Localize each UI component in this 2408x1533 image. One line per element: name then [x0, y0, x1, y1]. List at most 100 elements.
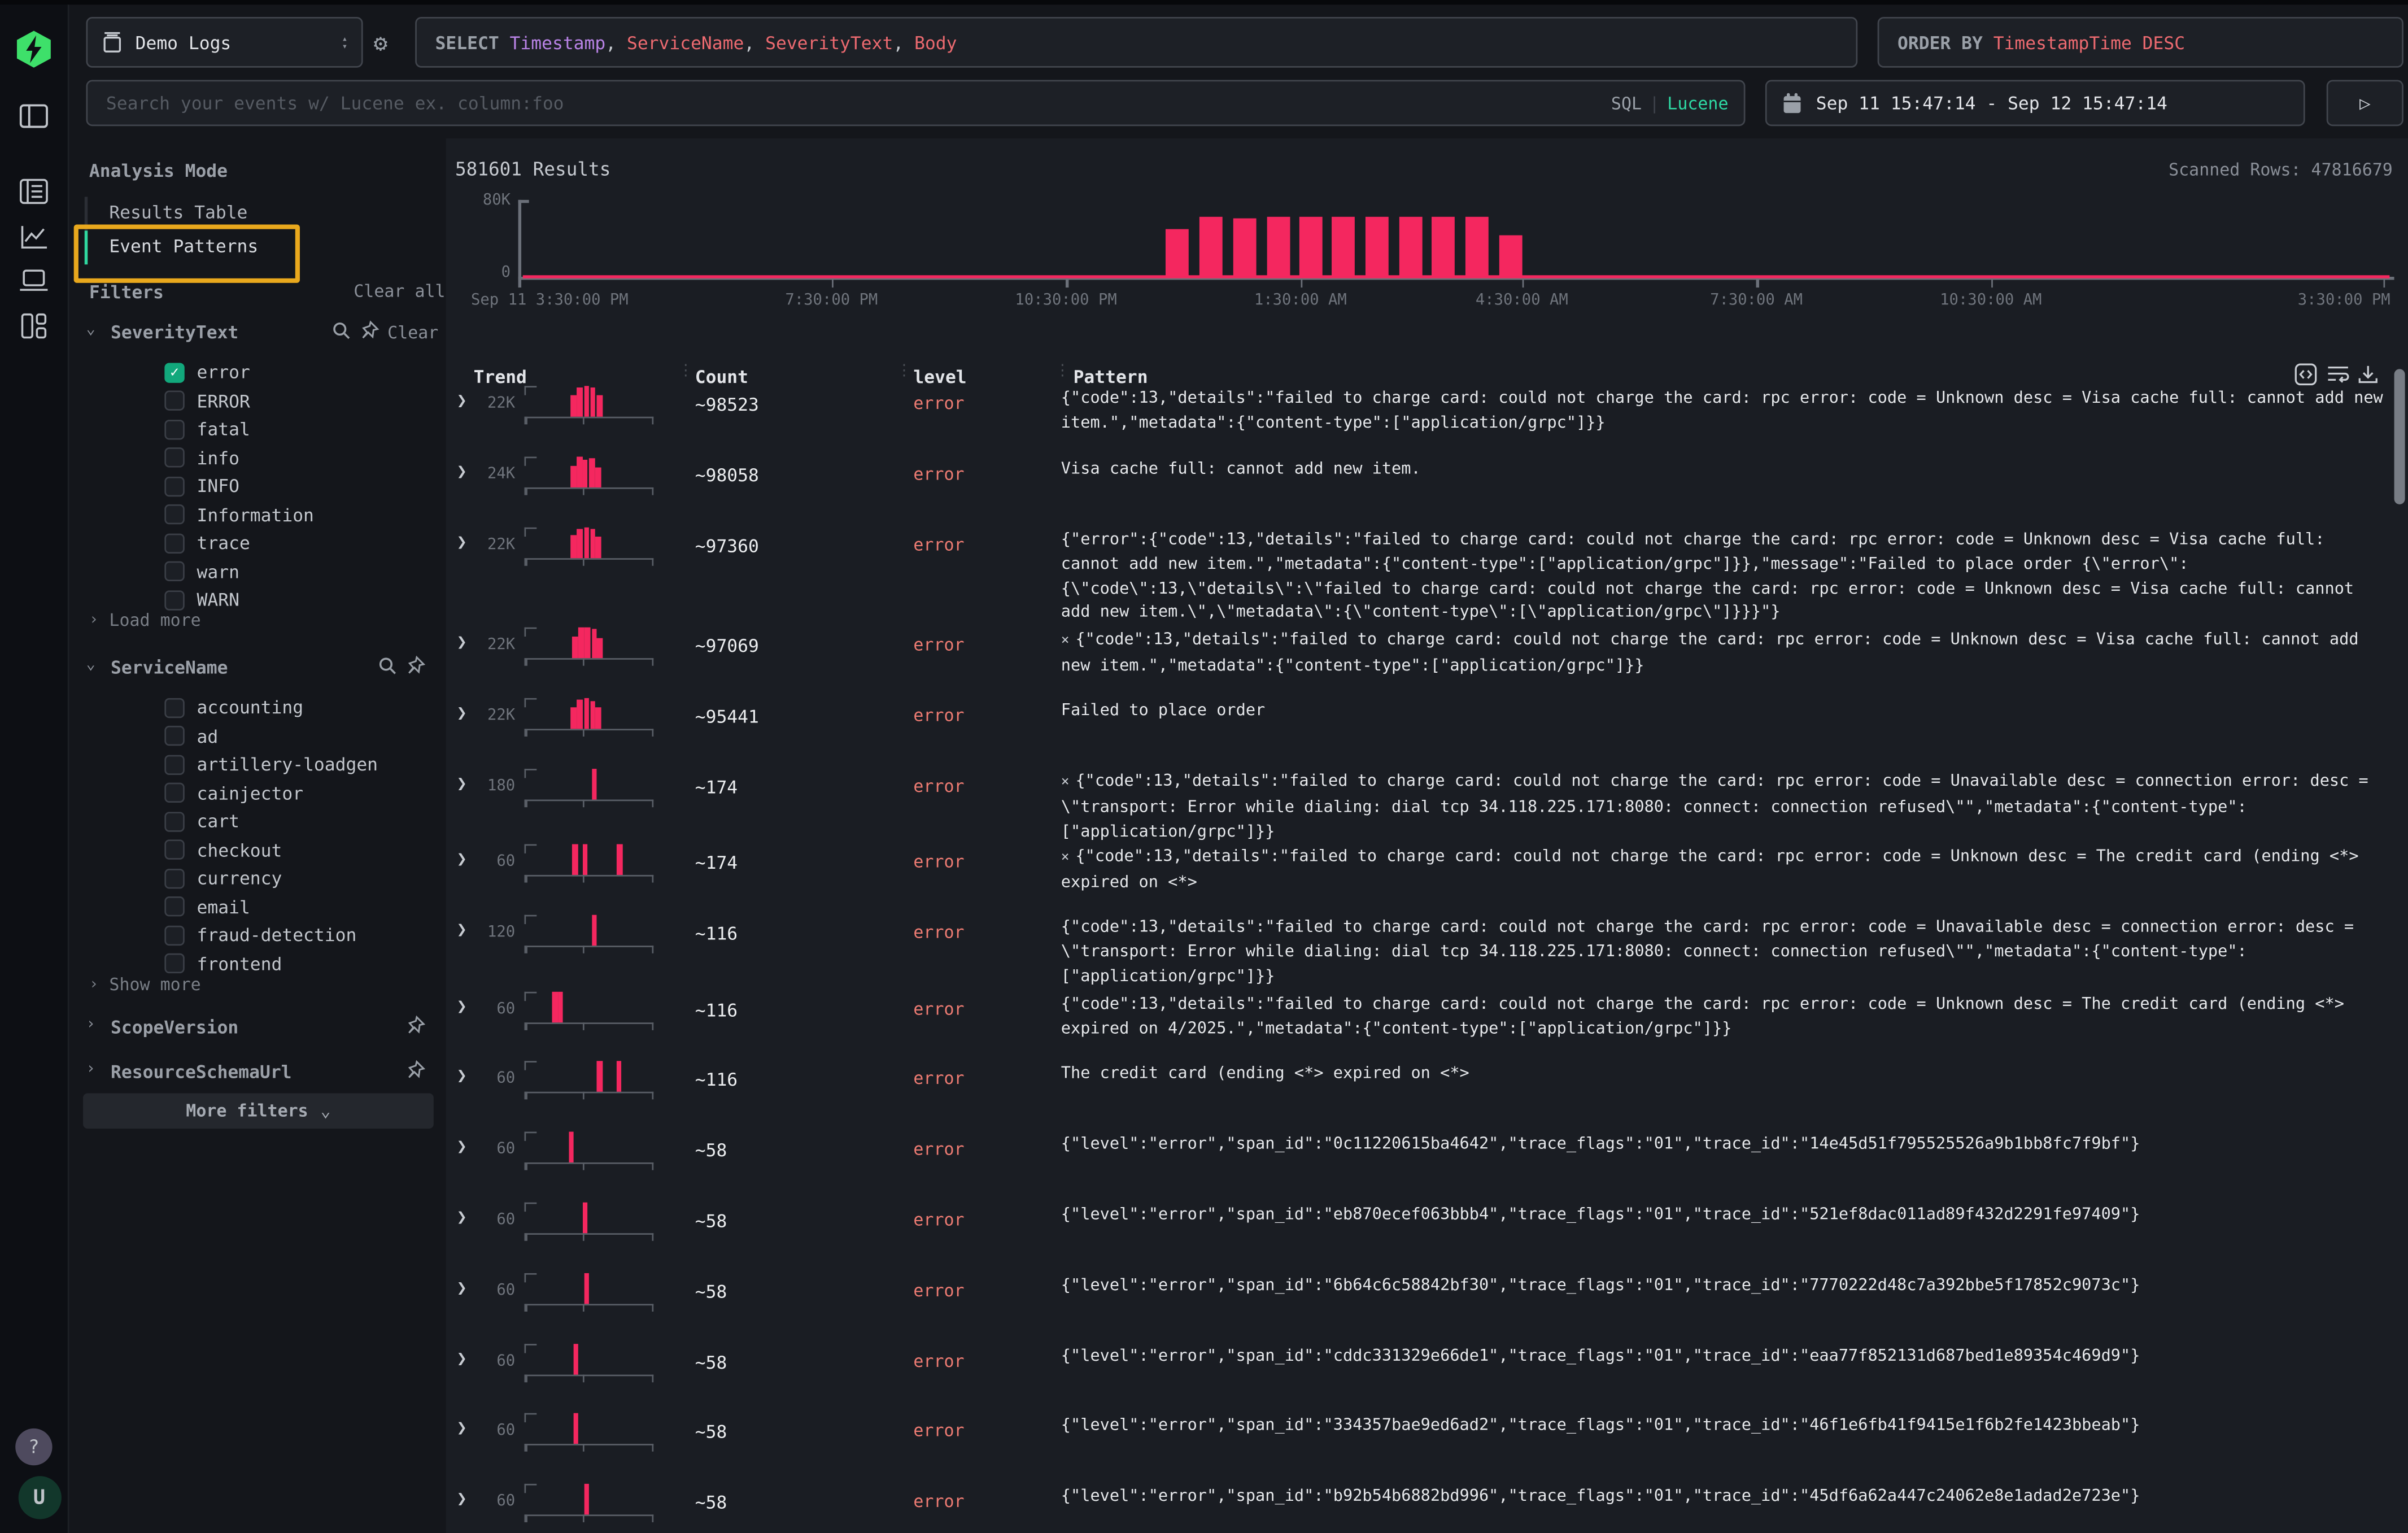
filter-option-trace[interactable]: trace: [157, 529, 480, 557]
pattern-text[interactable]: {"level":"error","span_id":"cddc331329e6…: [1061, 1345, 2388, 1370]
filter-option-error[interactable]: ✓error: [157, 358, 480, 386]
pattern-text[interactable]: The credit card (ending <*> expired on <…: [1061, 1062, 2388, 1087]
checkbox-unchecked[interactable]: [164, 783, 184, 803]
sessions-icon[interactable]: [19, 269, 49, 292]
results-histogram[interactable]: Sep 11 3:30:00 PM7:30:00 PM10:30:00 PM1:…: [518, 200, 2394, 277]
pattern-row[interactable]: ❯60~174error×{"code":13,"details":"faile…: [446, 838, 2408, 909]
pattern-text[interactable]: ×{"code":13,"details":"failed to charge …: [1061, 629, 2388, 679]
filter-option-fatal[interactable]: fatal: [157, 415, 480, 443]
order-by-input[interactable]: ORDER BY TimestampTime DESC: [1878, 17, 2403, 68]
checkbox-unchecked[interactable]: [164, 953, 184, 973]
checkbox-unchecked[interactable]: [164, 419, 184, 439]
pattern-text[interactable]: ×{"code":13,"details":"failed to charge …: [1061, 770, 2388, 845]
checkbox-checked[interactable]: ✓: [164, 363, 184, 382]
app-logo-icon[interactable]: [14, 29, 54, 69]
expand-row-chevron-icon[interactable]: ❯: [457, 1348, 467, 1368]
clear-all-button[interactable]: Clear all: [354, 281, 445, 301]
expand-row-chevron-icon[interactable]: ❯: [457, 1136, 467, 1156]
histogram-bar[interactable]: [1332, 217, 1355, 277]
filter-option-ad[interactable]: ad: [157, 722, 480, 750]
severity-search-icon[interactable]: [332, 321, 351, 340]
pattern-row[interactable]: ❯24K~98058errorVisa cache full: cannot a…: [446, 451, 2408, 521]
run-query-button[interactable]: ▷: [2327, 80, 2403, 127]
pattern-row[interactable]: ❯120~116error{"code":13,"details":"faile…: [446, 909, 2408, 986]
pattern-text[interactable]: {"level":"error","span_id":"6b64c6c58842…: [1061, 1275, 2388, 1299]
filter-option-error[interactable]: ERROR: [157, 387, 480, 415]
checkbox-unchecked[interactable]: [164, 840, 184, 860]
mode-sql-toggle[interactable]: SQL: [1611, 93, 1642, 113]
resourceschemaurl-expand-icon[interactable]: ›: [86, 1061, 95, 1078]
checkbox-unchecked[interactable]: [164, 868, 184, 888]
checkbox-unchecked[interactable]: [164, 590, 184, 610]
pattern-row[interactable]: ❯22K~98523error{"code":13,"details":"fai…: [446, 380, 2408, 450]
search-logs-icon[interactable]: [19, 178, 49, 204]
expand-row-chevron-icon[interactable]: ❯: [457, 996, 467, 1016]
service-group-title[interactable]: ServiceName: [111, 656, 228, 678]
histogram-bar[interactable]: [1465, 216, 1489, 277]
histogram-bar[interactable]: [1299, 216, 1322, 277]
column-resize-handle[interactable]: ⋮: [1055, 363, 1070, 380]
filter-option-cart[interactable]: cart: [157, 807, 480, 835]
filter-option-frontend[interactable]: frontend: [157, 950, 480, 978]
expand-row-chevron-icon[interactable]: ❯: [457, 1207, 467, 1227]
expand-row-chevron-icon[interactable]: ❯: [457, 773, 467, 793]
service-collapse-icon[interactable]: ⌄: [86, 656, 95, 673]
scopeversion-group-title[interactable]: ScopeVersion: [111, 1016, 238, 1038]
select-clause-input[interactable]: SELECT Timestamp, ServiceName, SeverityT…: [415, 17, 1857, 68]
pattern-text[interactable]: {"code":13,"details":"failed to charge c…: [1061, 994, 2388, 1042]
filter-option-fraud-detection[interactable]: fraud-detection: [157, 921, 480, 950]
checkbox-unchecked[interactable]: [164, 698, 184, 717]
scopeversion-expand-icon[interactable]: ›: [86, 1016, 95, 1033]
pattern-row[interactable]: ❯60~58error{"level":"error","span_id":"b…: [446, 1478, 2408, 1533]
checkbox-unchecked[interactable]: [164, 812, 184, 831]
service-search-icon[interactable]: [378, 656, 397, 675]
expand-row-chevron-icon[interactable]: ❯: [457, 1488, 467, 1508]
pattern-text[interactable]: Failed to place order: [1061, 700, 2388, 724]
pattern-text[interactable]: ×{"code":13,"details":"failed to charge …: [1061, 846, 2388, 896]
filter-option-warn[interactable]: warn: [157, 558, 480, 586]
filter-option-info[interactable]: info: [157, 443, 480, 472]
pattern-row[interactable]: ❯60~58error{"level":"error","span_id":"e…: [446, 1196, 2408, 1267]
filter-option-cainjector[interactable]: cainjector: [157, 779, 480, 807]
dashboards-icon[interactable]: [20, 312, 47, 340]
expand-row-chevron-icon[interactable]: ❯: [457, 1418, 467, 1438]
scopeversion-pin-icon[interactable]: [406, 1015, 426, 1035]
pattern-row[interactable]: ❯180~174error×{"code":13,"details":"fail…: [446, 763, 2408, 838]
expand-row-chevron-icon[interactable]: ❯: [457, 390, 467, 410]
checkbox-unchecked[interactable]: [164, 391, 184, 411]
pattern-exclude-icon[interactable]: ×: [1061, 850, 1070, 865]
histogram-bar[interactable]: [1267, 216, 1290, 277]
histogram-bar[interactable]: [1233, 218, 1256, 277]
source-settings-gear-icon[interactable]: ⚙: [374, 29, 388, 57]
pattern-row[interactable]: ❯22K~97360error{"error":{"code":13,"deta…: [446, 521, 2408, 621]
filter-option-currency[interactable]: currency: [157, 864, 480, 892]
checkbox-unchecked[interactable]: [164, 533, 184, 553]
filter-option-accounting[interactable]: accounting: [157, 694, 480, 722]
expand-row-chevron-icon[interactable]: ❯: [457, 849, 467, 869]
checkbox-unchecked[interactable]: [164, 726, 184, 746]
filter-option-email[interactable]: email: [157, 892, 480, 921]
histogram-bar[interactable]: [1400, 217, 1423, 277]
pattern-text[interactable]: {"level":"error","span_id":"b92b54b6882b…: [1061, 1486, 2388, 1510]
expand-row-chevron-icon[interactable]: ❯: [457, 920, 467, 939]
sidebar-toggle-icon[interactable]: [19, 103, 49, 129]
filter-option-warn[interactable]: WARN: [157, 586, 480, 614]
pattern-row[interactable]: ❯60~58error{"level":"error","span_id":"3…: [446, 1407, 2408, 1478]
filter-option-artillery-loadgen[interactable]: artillery-loadgen: [157, 750, 480, 778]
pattern-row[interactable]: ❯60~58error{"level":"error","span_id":"0…: [446, 1126, 2408, 1196]
pattern-text[interactable]: Visa cache full: cannot add new item.: [1061, 458, 2388, 482]
pattern-text[interactable]: {"level":"error","span_id":"334357bae9ed…: [1061, 1414, 2388, 1439]
pattern-row[interactable]: ❯60~58error{"level":"error","span_id":"6…: [446, 1267, 2408, 1338]
pattern-row[interactable]: ❯60~116errorThe credit card (ending <*> …: [446, 1055, 2408, 1125]
filter-option-info[interactable]: INFO: [157, 472, 480, 500]
pattern-text[interactable]: {"code":13,"details":"failed to charge c…: [1061, 916, 2388, 989]
checkbox-unchecked[interactable]: [164, 897, 184, 917]
severity-clear-button[interactable]: Clear: [387, 323, 438, 343]
severity-pin-icon[interactable]: [360, 320, 379, 339]
histogram-bar[interactable]: [1366, 217, 1389, 277]
checkbox-unchecked[interactable]: [164, 448, 184, 468]
pattern-text[interactable]: {"level":"error","span_id":"0c11220615ba…: [1061, 1133, 2388, 1157]
user-avatar[interactable]: U: [18, 1476, 60, 1519]
mode-lucene-toggle[interactable]: Lucene: [1667, 93, 1728, 113]
pattern-text[interactable]: {"error":{"code":13,"details":"failed to…: [1061, 529, 2388, 626]
